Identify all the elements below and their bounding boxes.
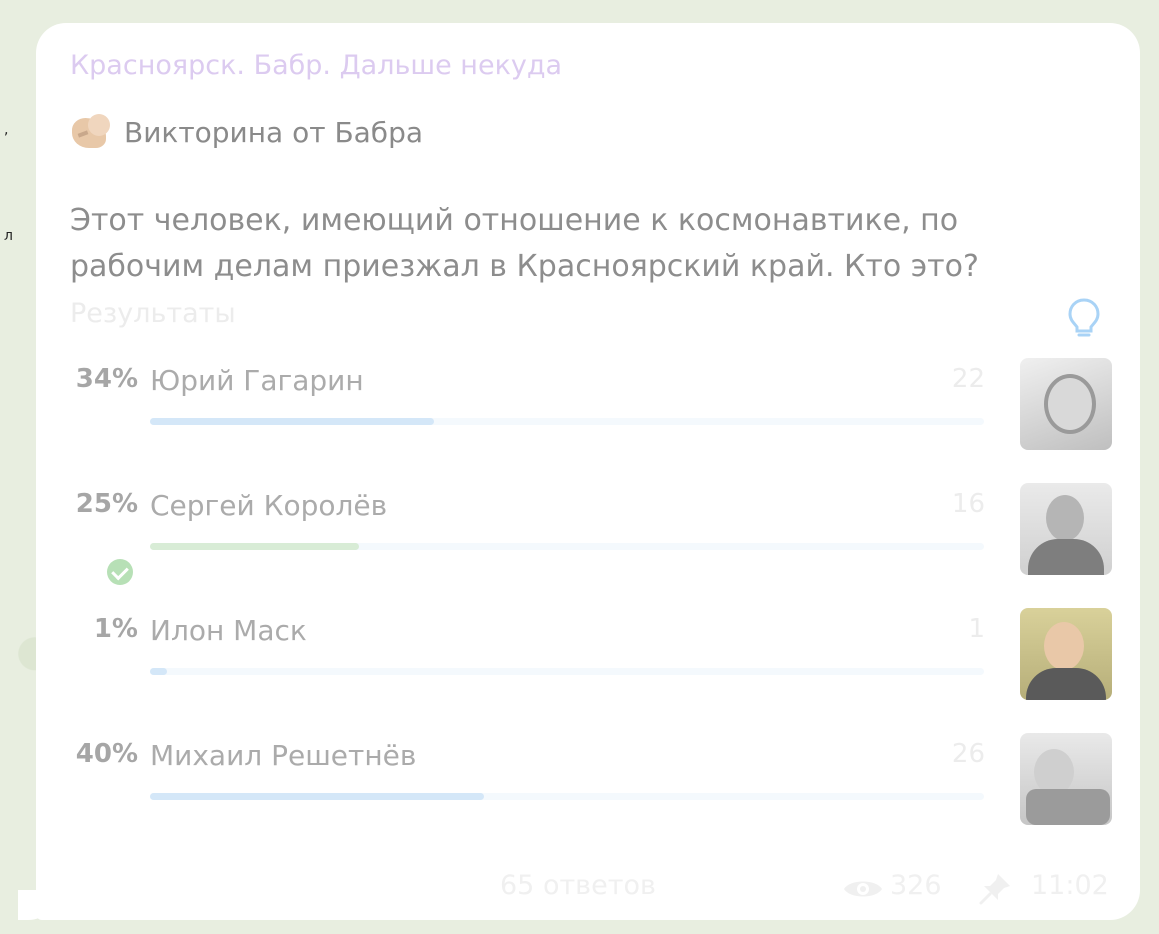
option-photo (1020, 608, 1112, 700)
left-fragment: л (4, 228, 13, 244)
option-bar-fill (150, 793, 484, 800)
quiz-header: Викторина от Бабра (70, 112, 423, 152)
option-photo (1020, 358, 1112, 450)
poll-option[interactable]: 1% Илон Маск 1 (60, 608, 1120, 708)
left-text-fragments: , л (0, 0, 20, 300)
option-name: Михаил Решетнёв (150, 739, 417, 772)
message-time: 11:02 (1031, 870, 1109, 901)
option-count: 26 (951, 739, 985, 769)
option-percent: 25% (75, 489, 138, 519)
option-photo (1020, 483, 1112, 575)
option-bar-track (150, 418, 984, 425)
option-count: 22 (951, 364, 985, 394)
option-count: 1 (968, 614, 985, 644)
option-bar-fill (150, 543, 359, 550)
option-bar-track (150, 543, 984, 550)
answers-count: 65 ответов (500, 870, 656, 901)
option-name: Илон Маск (150, 614, 307, 647)
eye-icon (844, 881, 882, 897)
quiz-question: Этот человек, имеющий отношение к космон… (70, 203, 979, 284)
pin-icon (979, 874, 1010, 905)
check-icon (107, 559, 133, 585)
option-bar-fill (150, 668, 167, 675)
poll-option[interactable]: 40% Михаил Решетнёв 26 (60, 733, 1120, 833)
option-bar-track (150, 793, 984, 800)
option-bar-track (150, 668, 984, 675)
option-count: 16 (951, 489, 985, 519)
poll-option[interactable]: 25% Сергей Королёв 16 (60, 483, 1120, 585)
quiz-title: Викторина от Бабра (124, 115, 424, 149)
channel-name[interactable]: Красноярск. Бабр. Дальше некуда (70, 50, 562, 81)
option-name: Юрий Гагарин (150, 364, 364, 397)
option-bar-fill (150, 418, 434, 425)
option-percent: 1% (93, 614, 138, 644)
tiger-icon (70, 112, 118, 152)
option-name: Сергей Королёв (150, 489, 388, 522)
views-count: 326 (890, 870, 942, 901)
left-fragment: , (4, 122, 9, 138)
bulb-icon[interactable] (1066, 296, 1102, 340)
results-link[interactable]: Результаты (70, 298, 236, 329)
option-percent: 34% (75, 364, 138, 394)
option-percent: 40% (75, 739, 138, 769)
option-photo (1020, 733, 1112, 825)
poll-option[interactable]: 34% Юрий Гагарин 22 (60, 358, 1120, 458)
